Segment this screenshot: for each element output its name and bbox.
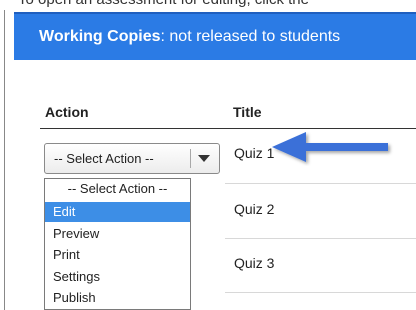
banner-subtitle: : not released to students	[160, 28, 341, 45]
action-options-list: -- Select Action -- Edit Preview Print S…	[44, 178, 191, 310]
column-header-action: Action	[45, 104, 89, 120]
row-divider	[225, 183, 416, 184]
row-divider	[225, 292, 416, 293]
option-preview[interactable]: Preview	[45, 224, 190, 244]
select-divider	[190, 149, 191, 168]
left-arrow-icon	[272, 132, 388, 162]
option-settings[interactable]: Settings	[45, 267, 190, 287]
option-select-action[interactable]: -- Select Action --	[45, 179, 190, 199]
banner-title: Working Copies	[39, 28, 161, 45]
option-edit[interactable]: Edit	[45, 202, 190, 222]
working-copies-banner: Working Copies: not released to students	[14, 12, 416, 60]
select-action-value: -- Select Action --	[54, 151, 154, 166]
quiz-title-3[interactable]: Quiz 3	[234, 255, 274, 271]
frame-border	[4, 10, 5, 310]
instruction-text: To open an assessment for editing, click…	[0, 0, 416, 10]
instruction-text-label: To open an assessment for editing, click…	[18, 0, 309, 8]
option-publish[interactable]: Publish	[45, 288, 190, 308]
column-header-title: Title	[233, 104, 262, 120]
chevron-down-icon[interactable]	[198, 155, 210, 162]
select-action-dropdown[interactable]: -- Select Action --	[44, 143, 220, 174]
quiz-title-2[interactable]: Quiz 2	[234, 201, 274, 217]
row-divider	[225, 238, 416, 239]
option-print[interactable]: Print	[45, 245, 190, 265]
